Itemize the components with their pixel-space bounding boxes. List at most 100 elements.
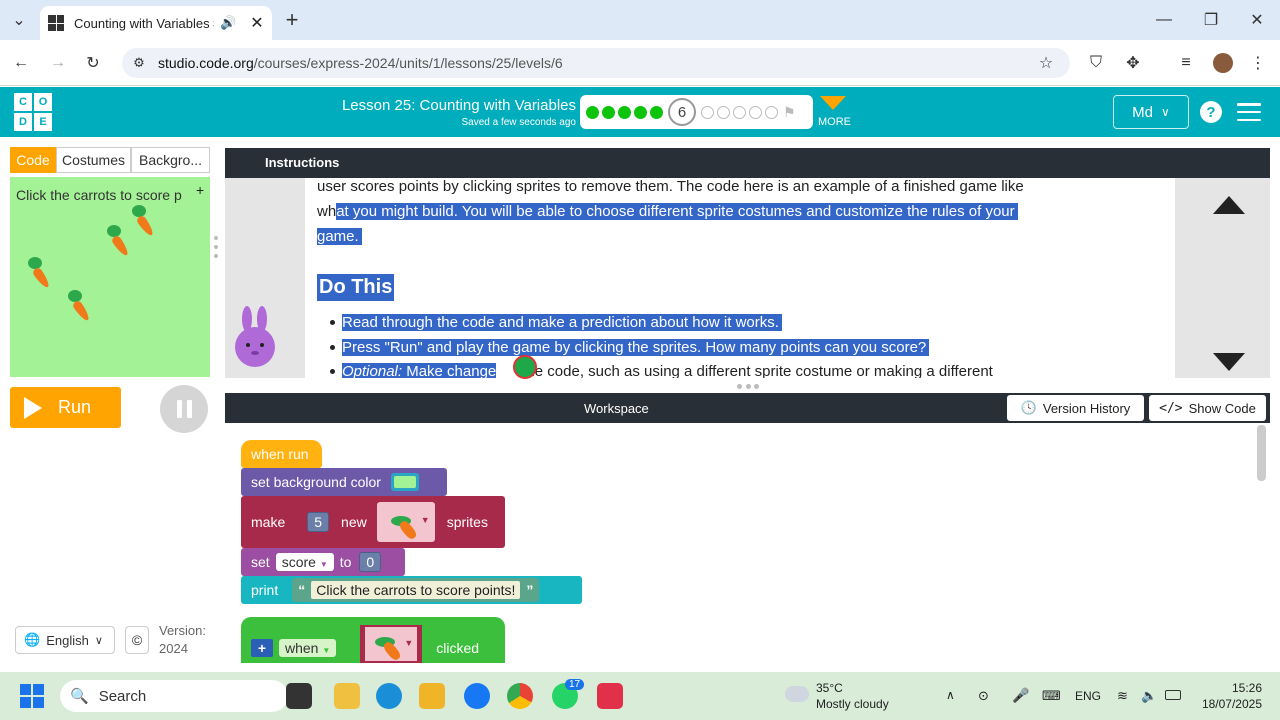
do-this-heading: Do This: [317, 274, 395, 301]
cloud-icon: [785, 686, 809, 702]
when-run-block[interactable]: when run: [241, 440, 322, 468]
version-history-button[interactable]: 🕓 Version History: [1007, 395, 1144, 421]
level-bubble-completed[interactable]: [650, 105, 663, 119]
chevron-up-icon[interactable]: ∧: [946, 688, 955, 702]
screen-recorder-icon[interactable]: [597, 683, 623, 709]
level-bubble-completed[interactable]: [586, 105, 599, 119]
costume-dropdown[interactable]: ▼: [376, 502, 435, 542]
level-bubble-completed[interactable]: [618, 105, 631, 119]
number-slot[interactable]: 0: [359, 552, 382, 572]
event-dropdown[interactable]: when ▼: [279, 639, 337, 657]
language-select[interactable]: 🌐 English ∨: [15, 626, 115, 654]
wifi-icon[interactable]: ≋: [1117, 688, 1128, 704]
microphone-icon[interactable]: 🎤: [1012, 687, 1029, 704]
lesson-title[interactable]: Lesson 25: Counting with Variables: [300, 97, 576, 114]
carrot-sprite[interactable]: [132, 205, 156, 238]
level-bubble-todo[interactable]: [701, 105, 714, 119]
level-bubble-completed[interactable]: [634, 105, 647, 119]
profile-avatar[interactable]: [1213, 53, 1233, 73]
battery-icon[interactable]: [1165, 690, 1181, 700]
variable-dropdown[interactable]: score ▼: [275, 553, 334, 571]
workspace-title: Workspace: [584, 401, 649, 416]
weather-widget[interactable]: 35°C Mostly cloudy: [816, 680, 889, 712]
taskbar-search[interactable]: 🔍 Search: [60, 680, 288, 712]
temperature: 35°C: [816, 681, 843, 695]
level-progress-bubbles: 6 ⚑: [580, 95, 813, 129]
tab-costumes[interactable]: Costumes: [56, 147, 131, 173]
stage-text: Click the carrots to score p: [16, 187, 182, 203]
costume-dropdown[interactable]: ▼: [360, 625, 423, 663]
media-control-icon[interactable]: ≡: [1177, 54, 1195, 72]
tab-code[interactable]: Code: [10, 147, 56, 173]
level-bubble-todo[interactable]: [717, 105, 730, 119]
system-clock[interactable]: 15:26 18/07/2025: [1200, 680, 1262, 712]
facebook-icon[interactable]: [464, 683, 490, 709]
chrome-icon[interactable]: [507, 683, 533, 709]
logo-letter: D: [14, 113, 32, 131]
back-icon[interactable]: ←: [12, 54, 30, 72]
new-tab-icon[interactable]: +: [283, 7, 301, 32]
folder-icon[interactable]: [419, 683, 445, 709]
codeorg-logo[interactable]: C O D E: [14, 93, 52, 131]
file-explorer-pinned-icon[interactable]: [334, 683, 360, 709]
volume-icon[interactable]: 🔈: [1141, 688, 1157, 704]
show-code-button[interactable]: </> Show Code: [1149, 395, 1266, 421]
set-variable-block[interactable]: set score ▼ to 0: [241, 548, 405, 576]
bookmark-star-icon[interactable]: ☆: [1037, 54, 1055, 72]
vertical-resize-handle[interactable]: [737, 384, 759, 390]
site-info-icon[interactable]: ⚙: [130, 54, 148, 72]
when-clicked-block[interactable]: + when ▼ ▼ clicked: [241, 617, 505, 663]
extensions-puzzle-icon[interactable]: ✥: [1124, 54, 1142, 72]
browser-menu-icon[interactable]: ⋮: [1249, 54, 1267, 72]
workspace-scrollbar[interactable]: [1257, 425, 1266, 481]
game-stage[interactable]: Click the carrots to score p +: [10, 177, 210, 377]
scroll-down-arrow-icon[interactable]: [1213, 353, 1245, 371]
user-menu-button[interactable]: Md ∨: [1113, 95, 1189, 129]
level-bubble-current[interactable]: 6: [668, 98, 696, 126]
level-bubble-todo[interactable]: [749, 105, 762, 119]
keyboard-icon[interactable]: ⌨: [1042, 688, 1061, 704]
bullet-dot: [330, 345, 335, 350]
scroll-up-arrow-icon[interactable]: [1213, 196, 1245, 214]
run-button[interactable]: Run: [10, 387, 121, 428]
pause-button[interactable]: [160, 385, 208, 433]
browser-tab[interactable]: Counting with Variables #6 🔊 ✕: [40, 6, 272, 40]
more-button[interactable]: MORE: [818, 96, 851, 128]
hamburger-menu-icon[interactable]: [1237, 103, 1261, 121]
instructions-title[interactable]: Instructions: [265, 155, 339, 170]
close-window-icon[interactable]: ✕: [1248, 11, 1266, 29]
level-bubble-todo[interactable]: [733, 105, 746, 119]
color-swatch[interactable]: [390, 473, 419, 491]
make-sprites-block[interactable]: make 5 new ▼ sprites: [241, 496, 505, 548]
windows-start-icon[interactable]: [20, 684, 44, 708]
task-view-icon[interactable]: [286, 683, 312, 709]
plus-icon[interactable]: +: [251, 639, 273, 657]
url-input[interactable]: studio.code.org/courses/express-2024/uni…: [122, 48, 1070, 78]
carrot-sprite[interactable]: [107, 225, 131, 258]
forward-icon[interactable]: →: [49, 54, 67, 72]
carrot-sprite[interactable]: [28, 257, 52, 290]
tab-list-chevron-icon[interactable]: ⌄: [10, 11, 28, 29]
edge-icon[interactable]: [376, 683, 402, 709]
help-icon[interactable]: ?: [1200, 101, 1222, 123]
minimize-icon[interactable]: —: [1155, 11, 1173, 29]
text-slot[interactable]: “ Click the carrots to score points! ”: [292, 578, 540, 602]
set-background-block[interactable]: set background color: [241, 468, 447, 496]
panel-resize-handle[interactable]: [214, 236, 218, 258]
restore-icon[interactable]: ❐: [1202, 11, 1220, 29]
level-bubble-completed[interactable]: [602, 105, 615, 119]
input-language[interactable]: ENG: [1075, 689, 1101, 703]
level-bubble-todo[interactable]: [765, 105, 778, 119]
saved-status: Saved a few seconds ago: [461, 117, 576, 128]
copyright-button[interactable]: ©: [125, 626, 149, 654]
reload-icon[interactable]: ↻: [84, 54, 102, 72]
speaker-icon[interactable]: 🔊: [220, 15, 236, 31]
print-block[interactable]: print “ Click the carrots to score point…: [241, 576, 582, 604]
tab-backgrounds[interactable]: Backgro...: [131, 147, 210, 173]
close-tab-icon[interactable]: ✕: [250, 13, 263, 33]
carrot-sprite[interactable]: [68, 290, 92, 323]
network-status-icon[interactable]: ⊙: [978, 688, 989, 704]
finish-flag-icon[interactable]: ⚑: [783, 104, 796, 121]
shield-extension-icon[interactable]: ⛉: [1087, 54, 1105, 72]
number-slot[interactable]: 5: [307, 512, 330, 532]
